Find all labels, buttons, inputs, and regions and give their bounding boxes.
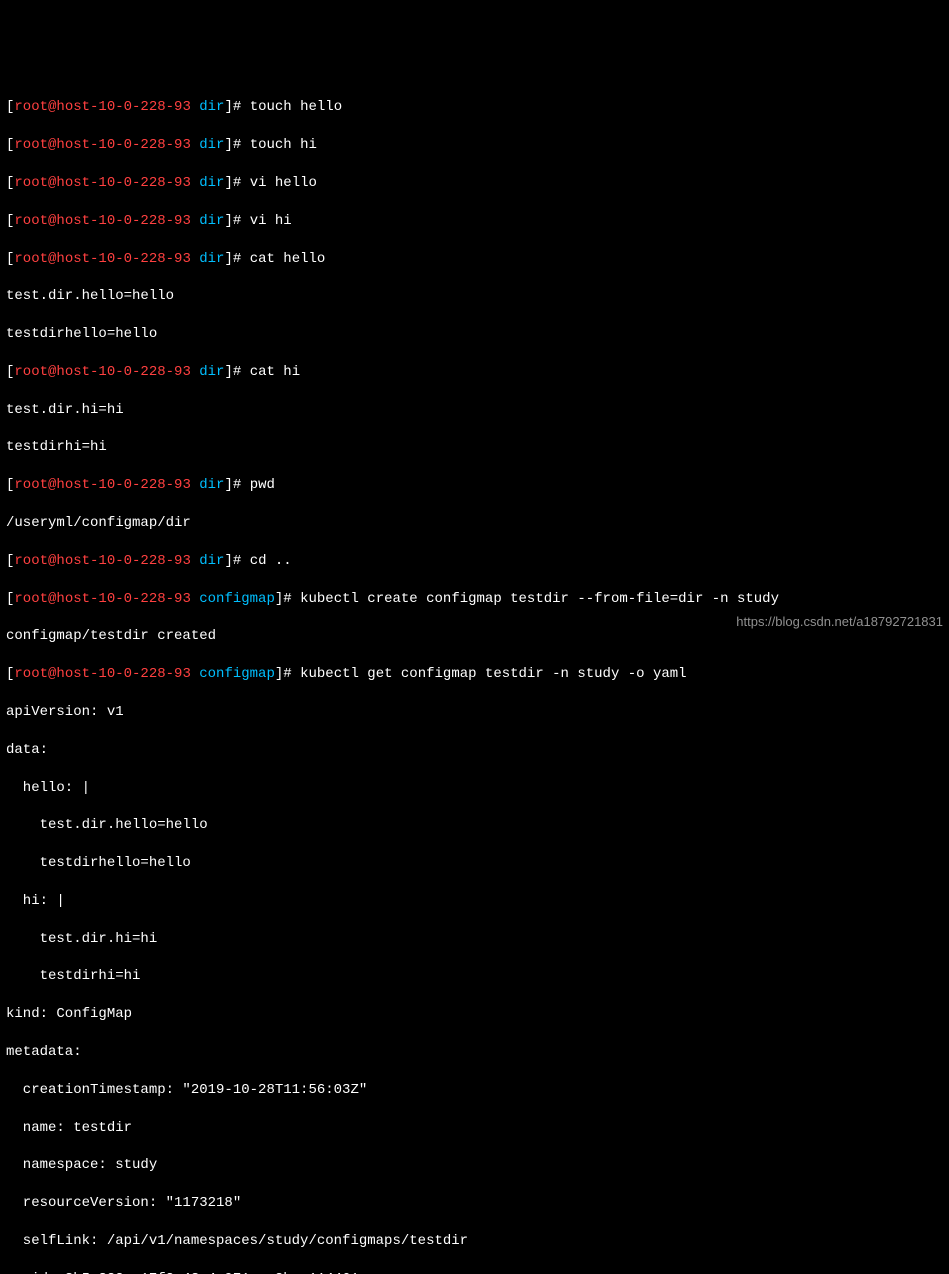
output-text: testdirhi=hi [6,438,943,457]
terminal-output[interactable]: [root@host-10-0-228-93 dir]# touch hello… [6,80,943,1274]
host: host-10-0-228-93 [56,99,190,115]
command-text: kubectl get configmap testdir -n study -… [300,666,686,682]
terminal-line: [root@host-10-0-228-93 dir]# vi hello [6,174,943,193]
prompt: [root@host-10-0-228-93 dir]# [6,251,250,267]
command-text: cat hi [250,364,300,380]
output-text: resourceVersion: "1173218" [6,1194,943,1213]
output-text: metadata: [6,1043,943,1062]
output-text: apiVersion: v1 [6,703,943,722]
watermark-text: https://blog.csdn.net/a18792721831 [736,613,943,631]
prompt: [root@host-10-0-228-93 dir]# [6,99,250,115]
terminal-line: [root@host-10-0-228-93 dir]# touch hello [6,98,943,117]
terminal-line: [root@host-10-0-228-93 dir]# vi hi [6,212,943,231]
prompt: [root@host-10-0-228-93 dir]# [6,553,250,569]
output-text: name: testdir [6,1119,943,1138]
prompt: [root@host-10-0-228-93 dir]# [6,213,250,229]
prompt: [root@host-10-0-228-93 dir]# [6,137,250,153]
prompt: [root@host-10-0-228-93 configmap]# [6,666,300,682]
prompt: [root@host-10-0-228-93 dir]# [6,364,250,380]
output-text: uid: 3b5a322e-17f2-43c4-971c-e2baa114461… [6,1270,943,1274]
command-text: vi hello [250,175,317,191]
command-text: touch hello [250,99,342,115]
output-text: test.dir.hello=hello [6,287,943,306]
command-text: pwd [250,477,275,493]
prompt: [root@host-10-0-228-93 dir]# [6,477,250,493]
output-text: namespace: study [6,1156,943,1175]
user: root@ [14,99,56,115]
terminal-line: [root@host-10-0-228-93 dir]# cat hi [6,363,943,382]
output-text: test.dir.hello=hello [6,816,943,835]
terminal-line: [root@host-10-0-228-93 dir]# cd .. [6,552,943,571]
command-text: cd .. [250,553,292,569]
terminal-line: [root@host-10-0-228-93 dir]# cat hello [6,250,943,269]
output-text: creationTimestamp: "2019-10-28T11:56:03Z… [6,1081,943,1100]
prompt: [root@host-10-0-228-93 dir]# [6,175,250,191]
cwd: dir [199,99,224,115]
output-text: hello: | [6,779,943,798]
command-text: touch hi [250,137,317,153]
output-text: test.dir.hi=hi [6,930,943,949]
output-text: testdirhello=hello [6,854,943,873]
terminal-line: [root@host-10-0-228-93 configmap]# kubec… [6,665,943,684]
output-text: data: [6,741,943,760]
output-text: hi: | [6,892,943,911]
terminal-line: [root@host-10-0-228-93 configmap]# kubec… [6,590,943,609]
prompt: [root@host-10-0-228-93 configmap]# [6,591,300,607]
command-text: cat hello [250,251,326,267]
command-text: kubectl create configmap testdir --from-… [300,591,779,607]
terminal-line: [root@host-10-0-228-93 dir]# touch hi [6,136,943,155]
output-text: /useryml/configmap/dir [6,514,943,533]
output-text: kind: ConfigMap [6,1005,943,1024]
output-text: test.dir.hi=hi [6,401,943,420]
output-text: testdirhello=hello [6,325,943,344]
command-text: vi hi [250,213,292,229]
terminal-line: [root@host-10-0-228-93 dir]# pwd [6,476,943,495]
output-text: selfLink: /api/v1/namespaces/study/confi… [6,1232,943,1251]
output-text: testdirhi=hi [6,967,943,986]
